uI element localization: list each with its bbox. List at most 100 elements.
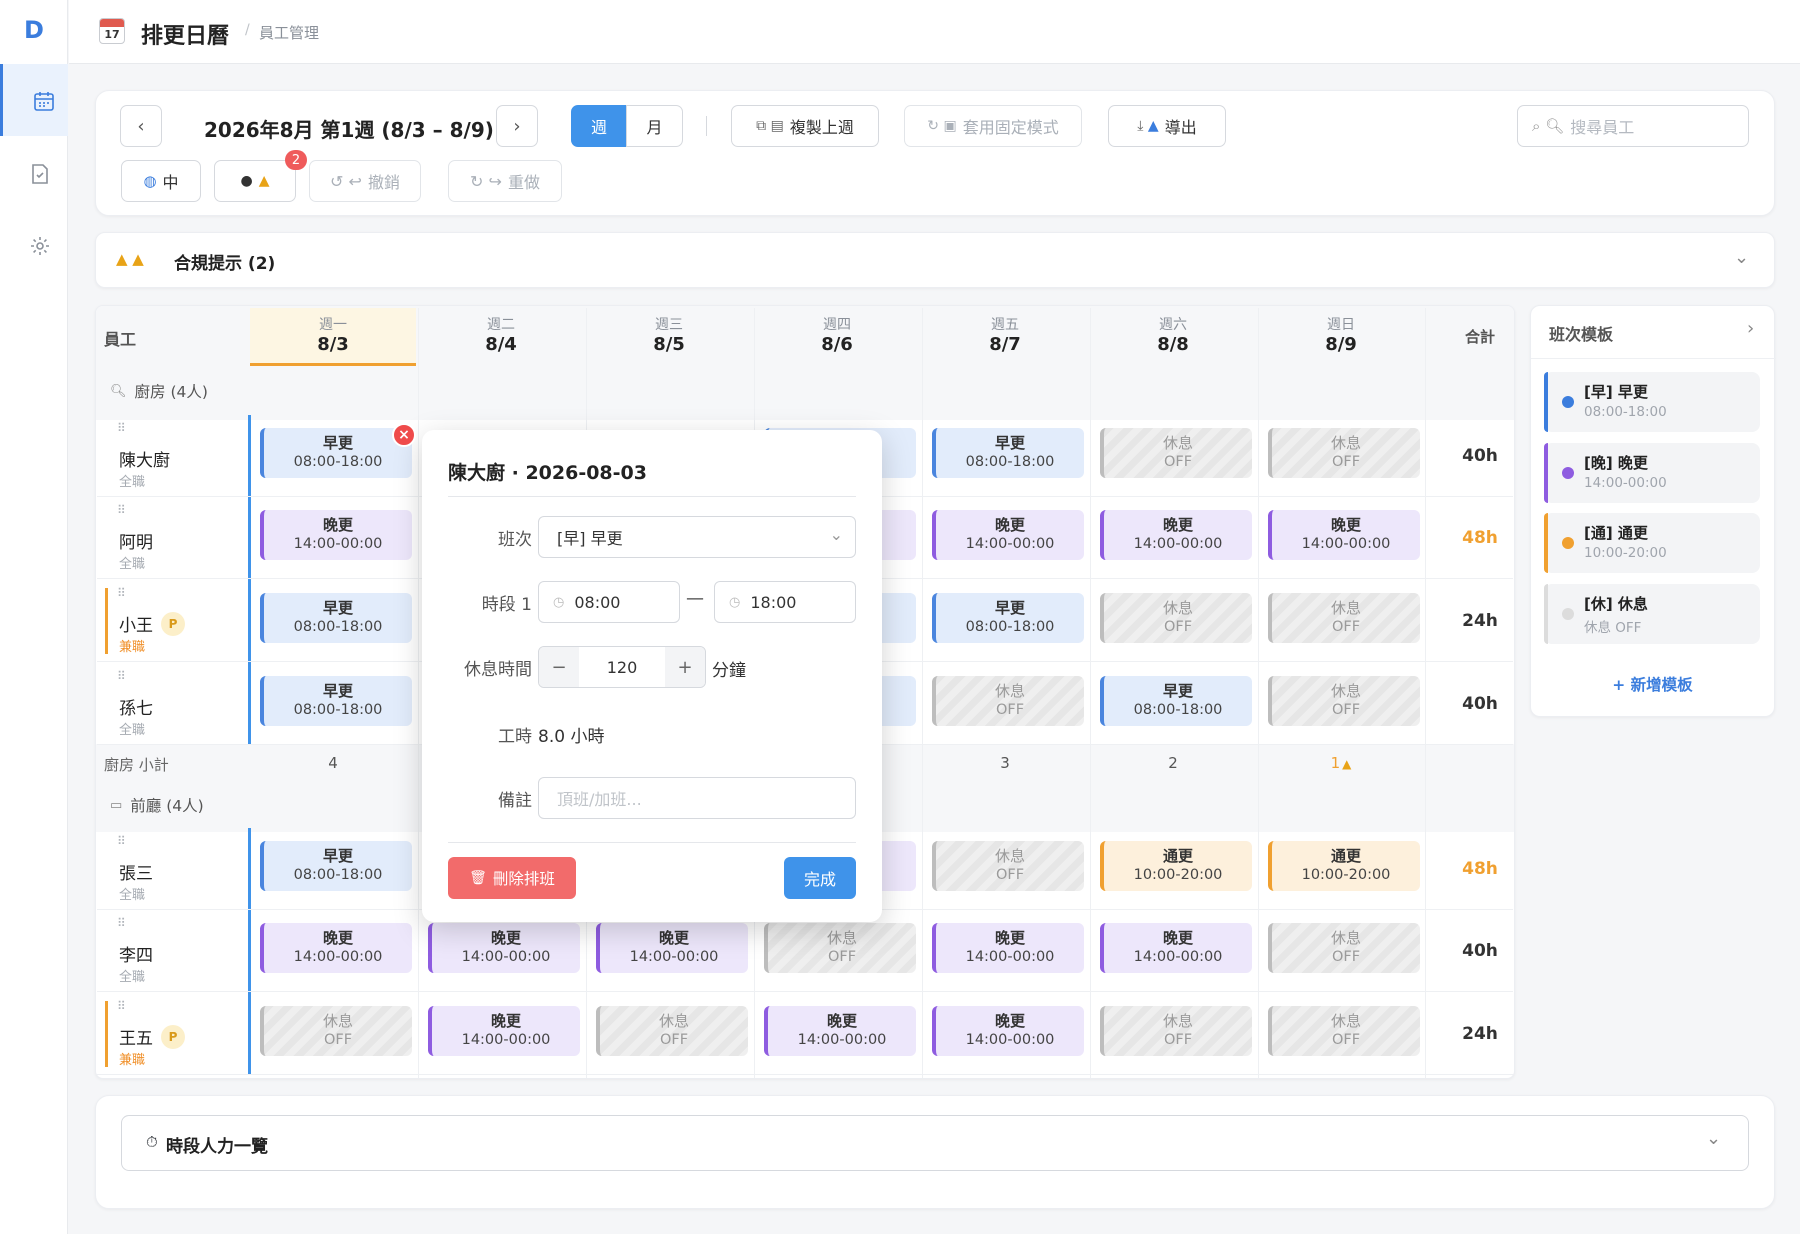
employee-row-label[interactable]: ⠿ 孫七 全職 [97,663,249,745]
employee-row-label[interactable]: ⠿ 陳大廚 全職 [97,415,249,497]
shift-template-item[interactable]: [通] 通更 10:00-20:00 [1544,513,1760,573]
drag-handle-icon[interactable]: ⠿ [117,916,127,930]
shift-cell[interactable]: 晚更 14:00-00:00 [932,923,1084,973]
shift-cell[interactable]: 休息 OFF [1100,1006,1252,1056]
shift-cell[interactable]: 晚更 14:00-00:00 [764,1006,916,1056]
note-input[interactable]: 頂班/加班... [538,777,856,819]
day-header[interactable]: 週四 8/6 [754,308,920,366]
chevron-right-icon[interactable]: › [1747,318,1754,339]
shift-cell[interactable]: 早更 08:00-18:00 [260,676,412,726]
nav-calendar[interactable] [0,64,68,136]
shift-cell[interactable]: 晚更 14:00-00:00 [932,1006,1084,1056]
redo-button[interactable]: ↻ ↪ 重做 [448,160,562,202]
day-header[interactable]: 週三 8/5 [586,308,752,366]
employee-row-label[interactable]: ⠿ 小王 P 兼職 [97,580,249,662]
shift-cell[interactable]: 休息 OFF [260,1006,412,1056]
shift-cell[interactable]: 早更 08:00-18:00 [260,841,412,891]
shift-cell[interactable]: 早更 08:00-18:00 [260,593,412,643]
shift-cell[interactable]: 晚更 14:00-00:00 [428,923,580,973]
end-time-input[interactable]: ◷ 18:00 [714,581,856,623]
app-logo[interactable]: D [0,16,68,44]
shift-cell[interactable]: 休息 OFF [764,923,916,973]
day-header[interactable]: 週五 8/7 [922,308,1088,366]
shift-template-item[interactable]: [休] 休息 休息 OFF [1544,584,1760,644]
view-month-button[interactable]: 月 [626,105,683,147]
shift-cell[interactable]: 通更 10:00-20:00 [1100,841,1252,891]
view-week-button[interactable]: 週 [571,105,627,147]
export-button[interactable]: ⤓ ▲ 導出 [1108,105,1226,147]
day-header[interactable]: 週二 8/4 [418,308,584,366]
shift-name: 休息 [1162,434,1193,452]
employee-row-label[interactable]: ⠿ 李四 全職 [97,910,249,992]
increment-button[interactable]: + [665,647,705,687]
decrement-button[interactable]: − [539,647,579,687]
shift-cell[interactable]: 晚更 14:00-00:00 [1100,510,1252,560]
break-stepper[interactable]: − 120 + [538,646,706,688]
employment-type: 全職 [119,888,146,903]
day-header[interactable]: 週日 8/9 [1258,308,1424,366]
shift-cell[interactable]: 休息 OFF [1100,593,1252,643]
shift-select[interactable]: [早] 早更 ⌄ [538,516,856,558]
start-time-input[interactable]: ◷ 08:00 [538,581,680,623]
shift-cell[interactable]: 晚更 14:00-00:00 [260,510,412,560]
drag-handle-icon[interactable]: ⠿ [117,834,127,848]
shift-cell[interactable]: 休息 OFF [1268,593,1420,643]
dining-icon: ▭ [110,797,123,813]
shift-cell[interactable]: 晚更 14:00-00:00 [932,510,1084,560]
day-header[interactable]: 週六 8/8 [1090,308,1256,366]
shift-time: 14:00-00:00 [1133,949,1223,965]
shift-cell[interactable]: 晚更 14:00-00:00 [1100,923,1252,973]
shift-cell[interactable]: 早更 08:00-18:00 [932,428,1084,478]
staffing-overview-panel[interactable]: ⏱ 時段人力一覽 ⌄ [121,1115,1749,1171]
drag-handle-icon[interactable]: ⠿ [117,999,127,1013]
shift-cell[interactable]: 早更 08:00-18:00 [260,428,412,478]
drag-handle-icon[interactable]: ⠿ [117,669,127,683]
remove-shift-icon[interactable]: × [392,423,416,447]
shift-cell[interactable]: 通更 10:00-20:00 [1268,841,1420,891]
prev-week-button[interactable]: ‹ [120,105,162,147]
shift-cell[interactable]: 晚更 14:00-00:00 [596,923,748,973]
document-check-icon[interactable] [30,163,50,185]
break-value[interactable]: 120 [579,647,665,687]
copy-last-week-button[interactable]: ⧉ ▤ 複製上週 [731,105,879,147]
shift-cell[interactable]: 晚更 14:00-00:00 [1268,510,1420,560]
compliance-panel[interactable]: ▲ ▲ 合規提示 (2) ⌄ [95,232,1775,288]
shift-cell[interactable]: 休息 OFF [1100,428,1252,478]
shift-cell[interactable]: 休息 OFF [1268,428,1420,478]
drag-handle-icon[interactable]: ⠿ [117,421,127,435]
shift-template-item[interactable]: [早] 早更 08:00-18:00 [1544,372,1760,432]
chevron-down-icon[interactable]: ⌄ [1706,1128,1721,1149]
shift-template-item[interactable]: [晚] 晚更 14:00-00:00 [1544,443,1760,503]
breadcrumb[interactable]: 員工管理 [259,22,319,43]
search-box[interactable]: ⌕ 🔍︎ 搜尋員工 [1517,105,1749,147]
day-header[interactable]: 週一 8/3 [250,308,416,366]
add-template-button[interactable]: + 新增模板 [1530,673,1775,695]
shift-cell[interactable]: 晚更 14:00-00:00 [428,1006,580,1056]
drag-handle-icon[interactable]: ⠿ [117,503,127,517]
shift-cell[interactable]: 早更 08:00-18:00 [932,593,1084,643]
language-button[interactable]: ◍ 中 [121,160,201,202]
shift-cell[interactable]: 早更 08:00-18:00 [1100,676,1252,726]
warnings-button[interactable]: ● ▲ [214,160,296,202]
apply-pattern-button[interactable]: ↻ ▣ 套用固定模式 [904,105,1082,147]
chevron-down-icon[interactable]: ⌄ [1734,247,1749,268]
drag-handle-icon[interactable]: ⠿ [117,586,127,600]
shift-cell[interactable]: 休息 OFF [596,1006,748,1056]
delete-shift-button[interactable]: 🗑︎ 刪除排班 [448,857,576,899]
group-header[interactable]: ▭ 前廳 (4人) [110,794,204,816]
done-button[interactable]: 完成 [784,857,856,899]
gear-icon[interactable] [29,235,51,257]
undo-button[interactable]: ↺ ↩ 撤銷 [309,160,421,202]
next-week-button[interactable]: › [496,105,538,147]
shift-cell[interactable]: 休息 OFF [1268,1006,1420,1056]
shift-cell[interactable]: 休息 OFF [932,676,1084,726]
group-header[interactable]: 🔍︎ 廚房 (4人) [110,380,208,402]
shift-cell[interactable]: 休息 OFF [1268,923,1420,973]
employee-row-label[interactable]: ⠿ 阿明 全職 [97,497,249,579]
shift-cell[interactable]: 休息 OFF [932,841,1084,891]
shift-cell[interactable]: 休息 OFF [1268,676,1420,726]
shift-cell[interactable]: 晚更 14:00-00:00 [260,923,412,973]
employee-row-label[interactable]: ⠿ 王五 P 兼職 [97,993,249,1075]
employee-name: 小王 P [119,611,185,636]
employee-row-label[interactable]: ⠿ 張三 全職 [97,828,249,910]
